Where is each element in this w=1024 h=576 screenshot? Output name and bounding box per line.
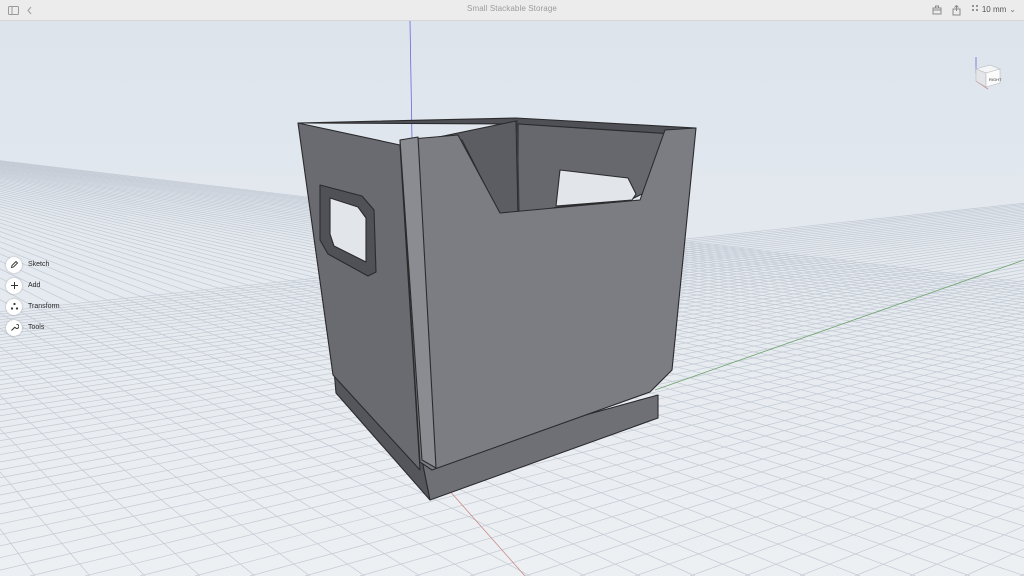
left-toolbar: Sketch Add Transform Tools (6, 256, 60, 336)
add-label: Add (28, 282, 41, 289)
3d-viewport[interactable]: RIGHT (0, 21, 1024, 576)
tools-label: Tools (28, 324, 45, 331)
share-icon[interactable] (952, 4, 961, 16)
window-title: Small Stackable Storage (467, 4, 557, 13)
view-cube-face-label: RIGHT (989, 77, 1002, 82)
wrench-icon (6, 319, 22, 336)
box-export-icon[interactable] (932, 4, 942, 16)
sketch-label: Sketch (28, 261, 50, 268)
grid-dots-icon (971, 4, 979, 14)
transform-button[interactable]: Transform (6, 298, 60, 315)
zoom-level: 10 mm (981, 4, 1007, 14)
zoom-control[interactable]: 10 mm ⌄ (971, 4, 1016, 14)
tools-button[interactable]: Tools (6, 319, 60, 336)
add-button[interactable]: Add (6, 277, 60, 294)
chevron-down-icon: ⌄ (1009, 4, 1016, 14)
title-bar: Small Stackable Storage 10 mm ⌄ (0, 0, 1024, 21)
scene (0, 21, 1024, 576)
pencil-icon (6, 256, 22, 273)
transform-label: Transform (28, 303, 60, 310)
view-cube[interactable]: RIGHT (968, 55, 1004, 95)
sketch-button[interactable]: Sketch (6, 256, 60, 273)
transform-icon (6, 298, 22, 315)
plus-icon (6, 277, 22, 294)
